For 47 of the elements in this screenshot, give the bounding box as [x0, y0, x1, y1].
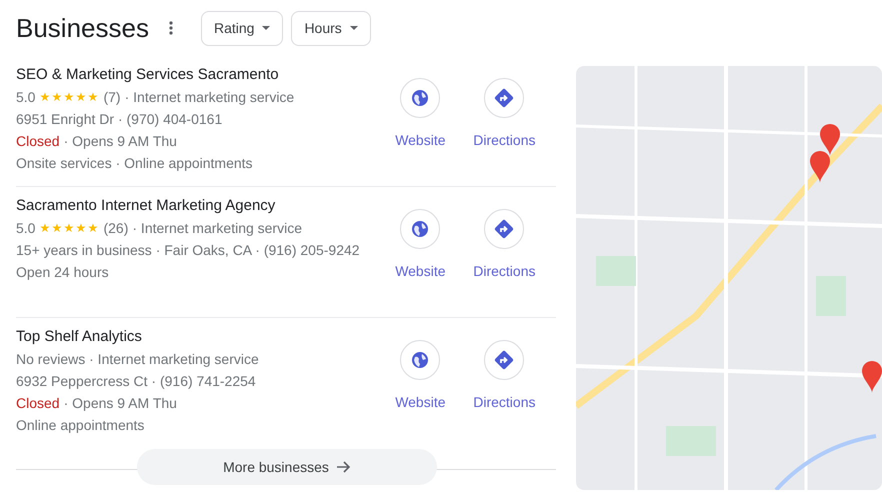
caret-icon — [350, 26, 358, 30]
star-icon: ★ — [87, 217, 100, 239]
directions-button[interactable]: Directions — [462, 209, 546, 317]
star-icon: ★ — [51, 217, 64, 239]
review-count[interactable]: (7) — [103, 86, 121, 108]
star-icon: ★ — [63, 217, 76, 239]
star-icon: ★ — [63, 86, 76, 108]
caret-icon — [262, 26, 270, 30]
star-icon: ★ — [39, 217, 52, 239]
globe-icon — [411, 220, 430, 238]
arrow-right-icon — [336, 461, 351, 473]
business-info: Onsite services · Online appointments — [16, 154, 254, 173]
hours-text: · Opens 9 AM Thu — [64, 394, 177, 413]
more-businesses-button[interactable]: More businesses — [137, 449, 437, 485]
rating-value: 5.0 — [16, 219, 36, 238]
star-icon: ★ — [87, 86, 100, 108]
filter-dropdown[interactable]: Hours — [291, 10, 371, 46]
star-icon: ★ — [75, 217, 88, 239]
business-info: Open 24 hours — [16, 263, 110, 282]
star-icon: ★ — [51, 86, 64, 108]
website-button[interactable]: Website — [378, 209, 462, 317]
filter-dropdown[interactable]: Rating — [200, 10, 284, 46]
review-count[interactable]: (26) — [103, 217, 128, 239]
business-name[interactable]: Sacramento Internet Marketing Agency — [16, 195, 378, 217]
business-info: 6932 Peppercress Ct · (916) 741-2254 — [16, 372, 257, 391]
business-name[interactable]: SEO & Marketing Services Sacramento — [16, 64, 378, 86]
business-category: · Internet marketing service — [124, 88, 294, 107]
hours-text: · Opens 9 AM Thu — [64, 132, 177, 151]
star-icon: ★ — [39, 86, 52, 108]
directions-button[interactable]: Directions — [462, 340, 546, 449]
globe-icon — [411, 89, 430, 107]
status-label: Closed — [16, 394, 60, 413]
business-info: 15+ years in business · Fair Oaks, CA · (916) 205-9242 — [16, 241, 361, 260]
business-info: Online appointments — [16, 416, 146, 435]
business-info: No reviews · Internet marketing service — [16, 350, 260, 369]
more-options-icon[interactable] — [168, 21, 173, 35]
star-icon: ★ — [75, 86, 88, 108]
directions-button[interactable]: Directions — [462, 78, 546, 186]
section-title: Businesses — [16, 15, 149, 41]
rating-value: 5.0 — [16, 88, 36, 107]
website-button[interactable]: Website — [378, 78, 462, 186]
business-category: · Internet marketing service — [132, 219, 302, 238]
business-info: 6951 Enright Dr · (970) 404-0161 — [16, 110, 224, 129]
globe-icon — [411, 351, 430, 369]
website-button[interactable]: Website — [378, 340, 462, 449]
status-label: Closed — [16, 132, 60, 151]
business-name[interactable]: Top Shelf Analytics — [16, 326, 378, 348]
